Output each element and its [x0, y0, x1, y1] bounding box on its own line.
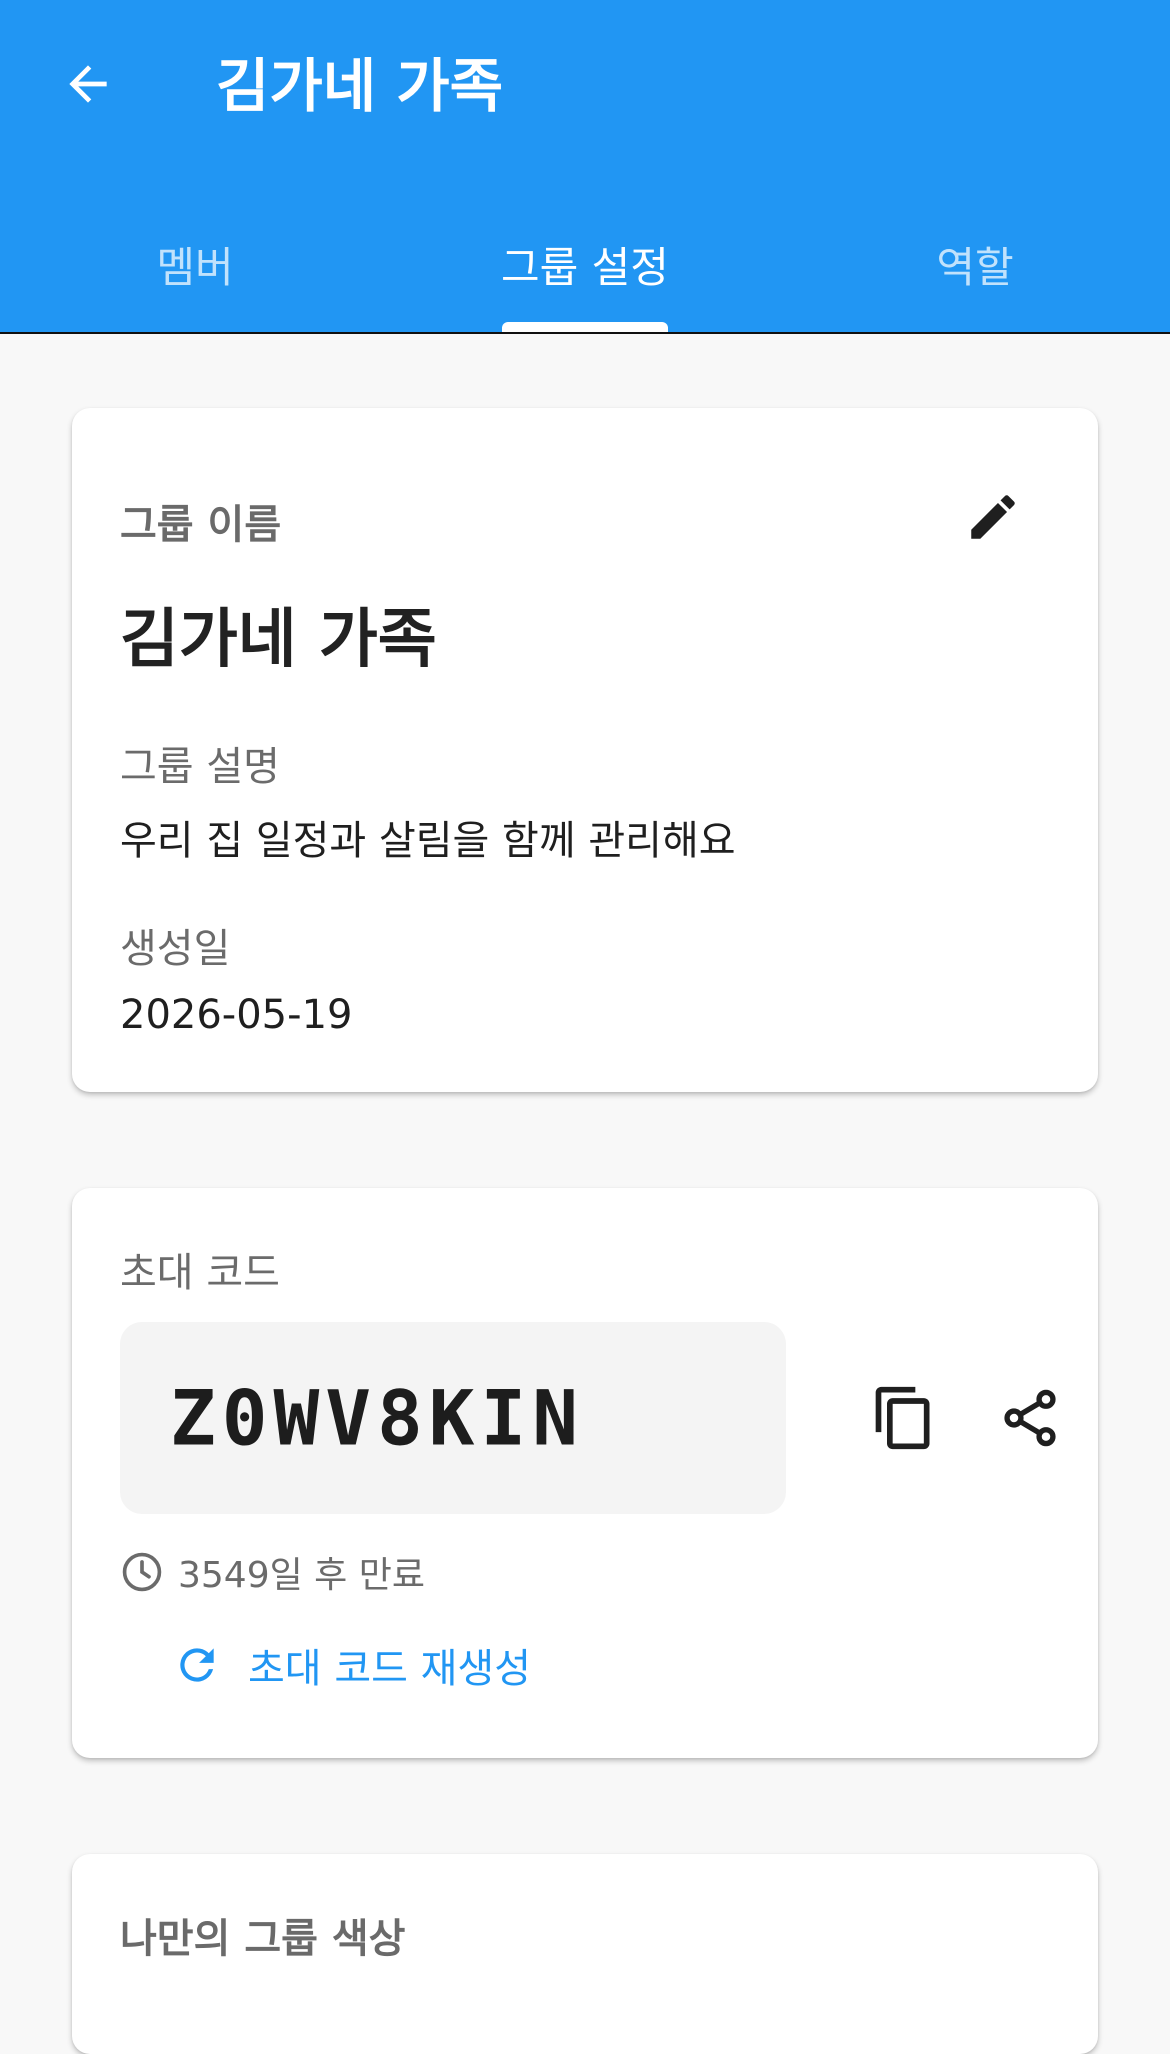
group-description-label: 그룹 설명 [120, 744, 280, 790]
app-bar: 김가네 가족 멤버 그룹 설정 역할 [0, 0, 1170, 334]
tab-indicator [502, 322, 668, 332]
group-color-label: 나만의 그룹 색상 [120, 1916, 406, 1962]
group-name-label: 그룹 이름 [120, 502, 282, 548]
arrow-back-icon [69, 65, 107, 103]
group-info-card: 그룹 이름 김가네 가족 그룹 설명 우리 집 일정과 살림을 함께 관리해요 … [72, 408, 1098, 1092]
share-icon [1004, 1389, 1056, 1447]
tab-bar: 멤버 그룹 설정 역할 [0, 200, 1170, 332]
invite-code-box: Z0WV8KIN [120, 1322, 786, 1514]
copy-code-button[interactable] [862, 1376, 946, 1460]
invite-code-label: 초대 코드 [120, 1250, 280, 1296]
share-code-button[interactable] [988, 1376, 1072, 1460]
group-color-card: 나만의 그룹 색상 [72, 1854, 1098, 2054]
pencil-icon [971, 495, 1015, 539]
group-description: 우리 집 일정과 살림을 함께 관리해요 [120, 818, 736, 864]
regenerate-label: 초대 코드 재생성 [248, 1646, 532, 1692]
clock-icon [120, 1550, 164, 1594]
invite-code-card: 초대 코드 Z0WV8KIN 3549일 후 만료 초대 코드 재생성 [72, 1188, 1098, 1758]
tab-members[interactable]: 멤버 [0, 200, 390, 332]
edit-group-button[interactable] [960, 484, 1026, 550]
tab-group-settings[interactable]: 그룹 설정 [390, 200, 780, 332]
page-title: 김가네 가족 [216, 52, 503, 120]
expiry-text: 3549일 후 만료 [178, 1555, 425, 1596]
tab-label: 멤버 [156, 242, 234, 292]
expiry-info: 3549일 후 만료 [120, 1546, 425, 1598]
tab-label: 그룹 설정 [501, 242, 669, 292]
created-date: 2026-05-19 [120, 992, 353, 1038]
group-name: 김가네 가족 [120, 603, 437, 677]
regenerate-code-button[interactable]: 초대 코드 재생성 [172, 1636, 531, 1694]
tab-roles[interactable]: 역할 [780, 200, 1170, 332]
tab-label: 역할 [936, 242, 1014, 292]
back-button[interactable] [48, 44, 128, 124]
refresh-icon [172, 1640, 222, 1690]
copy-icon [875, 1386, 930, 1450]
created-date-label: 생성일 [120, 926, 231, 972]
invite-code: Z0WV8KIN [170, 1373, 585, 1463]
